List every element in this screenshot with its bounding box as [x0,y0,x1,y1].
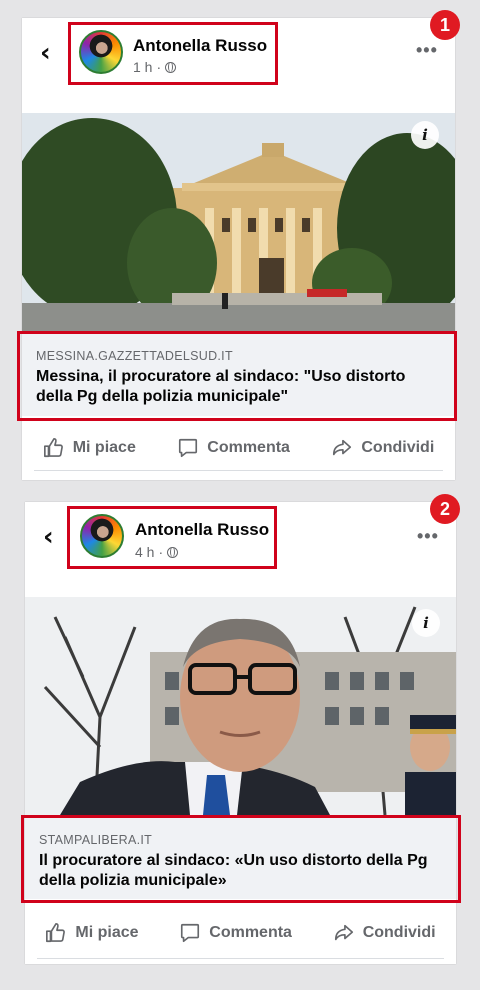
highlight-box-author [67,506,277,569]
like-label: Mi piace [72,439,136,456]
action-bar: Mi piace Commenta Condividi [22,431,455,465]
back-chevron-icon[interactable]: ‹ [40,40,51,66]
comment-label: Commenta [207,439,290,456]
annotation-badge: 1 [430,10,460,40]
comment-label: Commenta [209,924,292,941]
share-label: Condividi [361,439,435,456]
more-options-icon[interactable]: ••• [417,526,439,547]
more-options-icon[interactable]: ••• [416,40,438,61]
comment-button[interactable]: Commenta [177,437,290,459]
prosecutor-photo [25,597,456,815]
share-label: Condividi [362,924,436,941]
share-icon [333,439,352,456]
share-icon [334,924,353,941]
comment-button[interactable]: Commenta [179,922,292,944]
info-icon[interactable]: i [412,609,440,637]
like-button[interactable]: Mi piace [45,922,139,944]
highlight-box-author [68,22,278,85]
back-chevron-icon[interactable]: ‹ [43,524,54,550]
action-bar: Mi piace Commenta Condividi [25,916,456,950]
divider [34,470,443,471]
highlight-box-link [17,331,457,421]
divider [37,958,444,959]
annotation-badge: 2 [430,494,460,524]
comment-icon [181,923,200,943]
thumbs-up-icon [43,438,63,458]
highlight-box-link [21,815,461,903]
info-icon[interactable]: i [411,121,439,149]
like-label: Mi piace [75,924,139,941]
thumbs-up-icon [46,923,66,943]
link-preview-image[interactable]: i [25,597,456,815]
like-button[interactable]: Mi piace [43,437,136,459]
share-button[interactable]: Condividi [331,437,434,459]
city-hall-photo [22,113,455,331]
comment-icon [179,438,198,458]
link-preview-image[interactable]: i [22,113,455,331]
share-button[interactable]: Condividi [333,922,436,944]
